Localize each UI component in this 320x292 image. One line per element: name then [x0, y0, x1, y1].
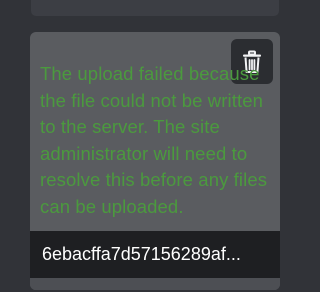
failed-upload-card: The upload failed because the file could…	[30, 32, 280, 290]
card-footer	[30, 278, 280, 290]
upload-panel: The upload failed because the file could…	[0, 0, 299, 292]
uploaded-file-name: 6ebacffa7d57156289af...	[30, 231, 280, 278]
upload-error-message: The upload failed because the file could…	[40, 63, 268, 217]
previous-upload-card	[31, 0, 279, 16]
